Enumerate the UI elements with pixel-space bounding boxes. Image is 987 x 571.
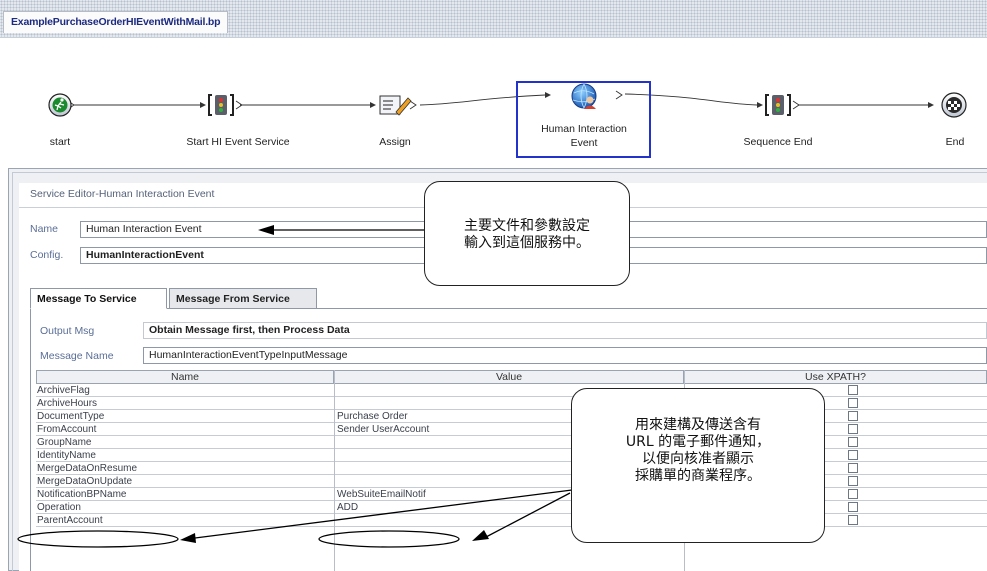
highlight-ellipse — [318, 530, 460, 548]
callout-line: 採購單的商業程序。 — [635, 468, 761, 484]
callout-main-document: 主要文件和參數設定 輸入到這個服務中。 — [424, 181, 630, 286]
callout-line: 主要文件和參數設定 — [464, 218, 590, 234]
callout-notification-bp: 用來建構及傳送含有 URL 的電子郵件通知， 以便向核准者顯示 採購單的商業程序… — [571, 388, 825, 543]
callout-line: 輸入到這個服務中。 — [464, 235, 590, 251]
callout-line: URL 的電子郵件通知， — [625, 434, 771, 450]
callout-line: 以便向核准者顯示 — [642, 451, 754, 467]
callout-line: 用來建構及傳送含有 — [635, 417, 761, 433]
highlight-ellipse — [17, 530, 179, 548]
